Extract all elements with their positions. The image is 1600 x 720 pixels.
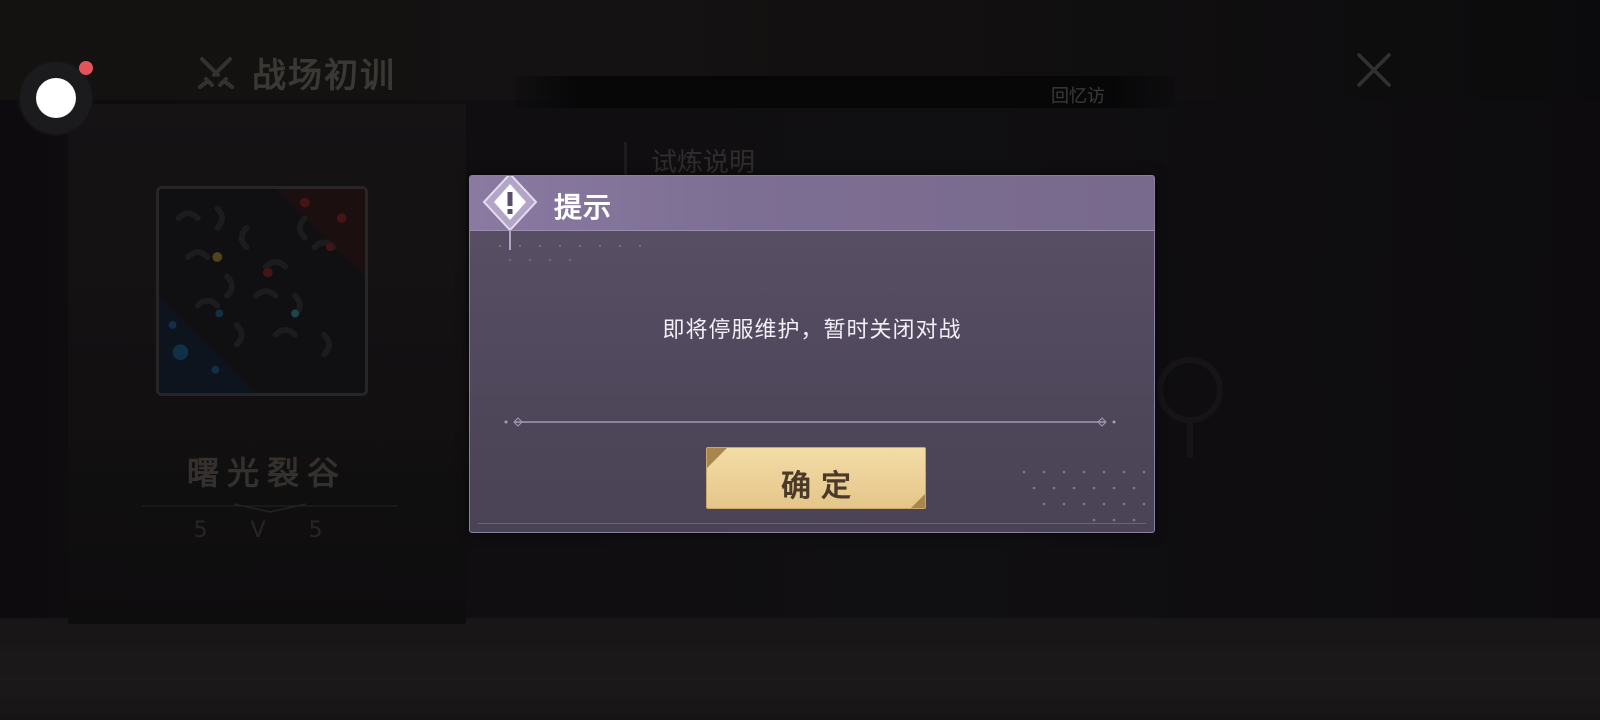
notification-dot xyxy=(79,61,93,75)
dialog-bottom-line xyxy=(478,523,1146,524)
notice-dialog: 提示 即将停服维护，暂时关闭对战 确定 xyxy=(469,175,1155,533)
floating-button-core xyxy=(36,78,76,118)
confirm-button[interactable]: 确定 xyxy=(706,447,926,509)
confirm-label: 确定 xyxy=(781,469,861,504)
dialog-pattern xyxy=(499,245,641,261)
dialog-header: 提示 xyxy=(470,176,1154,231)
dialog-divider xyxy=(504,417,1116,427)
dialog-message: 即将停服维护，暂时关闭对战 xyxy=(662,318,962,343)
dialog-pattern xyxy=(1022,470,1146,522)
dialog-title: 提示 xyxy=(554,191,613,224)
